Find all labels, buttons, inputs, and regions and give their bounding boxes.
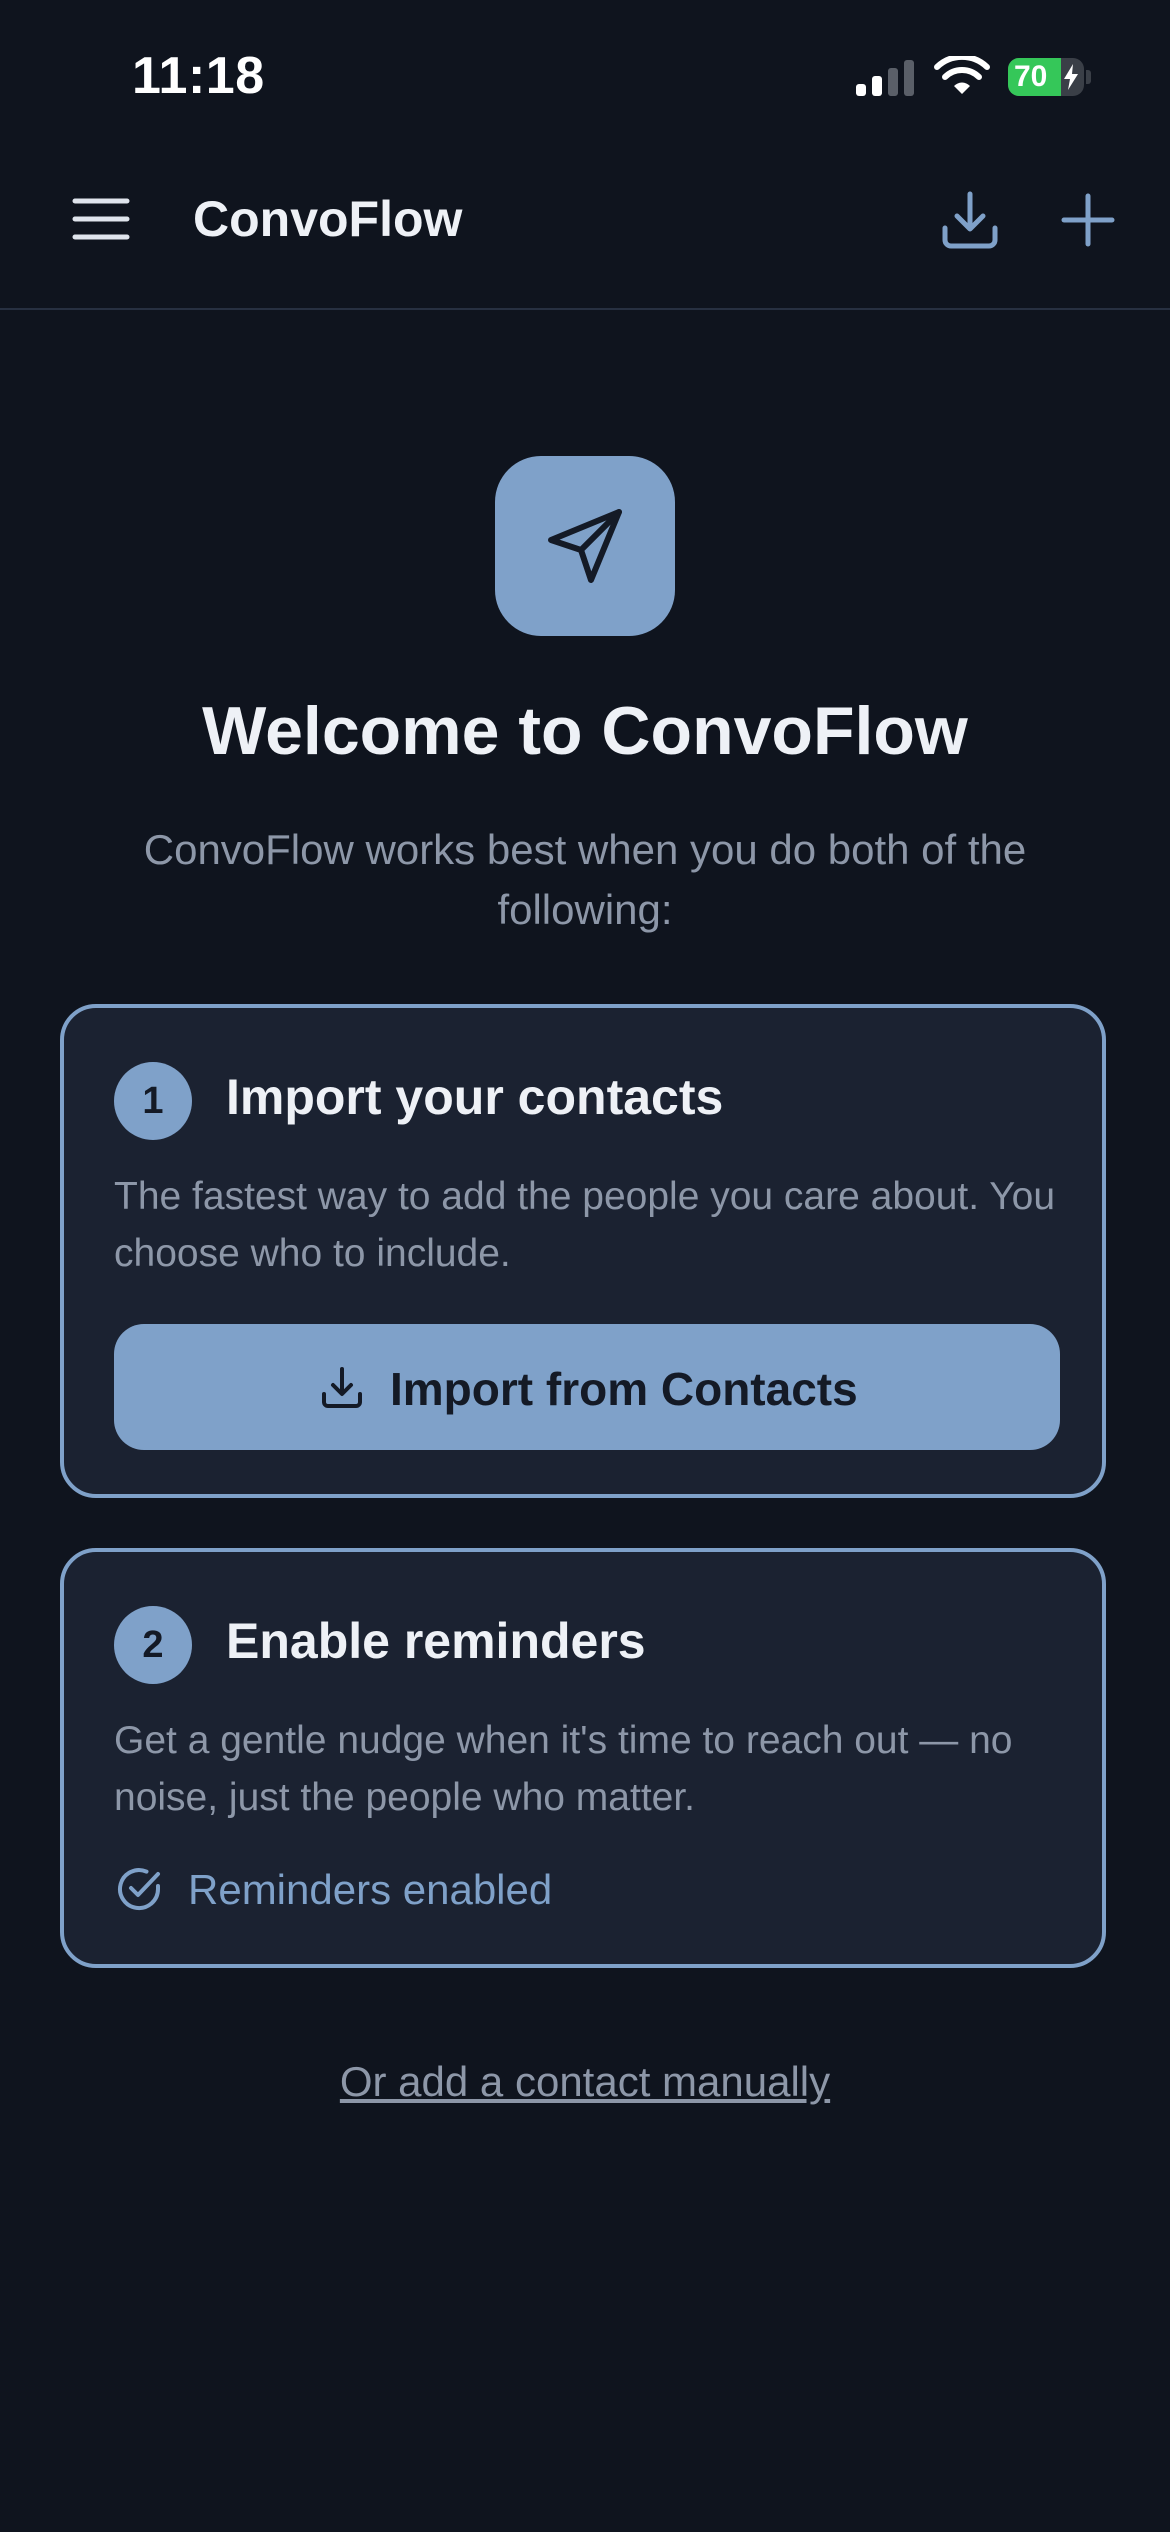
battery-percent: 70 [1014,60,1048,93]
app-logo-badge [495,456,675,636]
step-description: The fastest way to add the people you ca… [114,1175,1056,1275]
battery-nub [1086,70,1091,84]
menu-icon[interactable] [72,196,130,242]
step-card-import: 1 Import your contacts The fastest way t… [60,1004,1106,1498]
battery-icon: 70 [1008,58,1084,96]
step-title: Enable reminders [226,1613,646,1669]
welcome-subtitle: ConvoFlow works best when you do both of… [143,826,1027,933]
step-description: Get a gentle nudge when it's time to rea… [114,1719,1013,1819]
import-from-contacts-button[interactable]: Import from Contacts [114,1324,1060,1450]
step-card-reminders: 2 Enable reminders Get a gentle nudge wh… [60,1548,1106,1968]
step-number: 2 [114,1606,192,1684]
add-contact-manually-link-row: Or add a contact manually [0,2058,1170,2106]
app-title: ConvoFlow [193,191,463,247]
check-circle-icon [118,1868,161,1911]
status-bar: 11:18 70 [0,0,1170,150]
import-button-label: Import from Contacts [390,1363,858,1415]
welcome-title: Welcome to ConvoFlow [202,693,968,769]
charging-bolt-icon [1064,64,1078,90]
app-header: ConvoFlow [0,150,1170,310]
download-icon[interactable] [938,188,1002,252]
add-contact-manually-link[interactable]: Or add a contact manually [340,2058,830,2105]
wifi-icon [934,56,990,94]
download-icon [322,1367,362,1408]
plus-icon[interactable] [1058,190,1118,250]
step-number: 1 [114,1062,192,1140]
status-time: 11:18 [132,47,265,105]
paper-plane-icon [548,509,622,583]
reminders-enabled-label: Reminders enabled [188,1866,553,1913]
step-title: Import your contacts [226,1069,724,1125]
cellular-signal-icon [856,60,914,96]
